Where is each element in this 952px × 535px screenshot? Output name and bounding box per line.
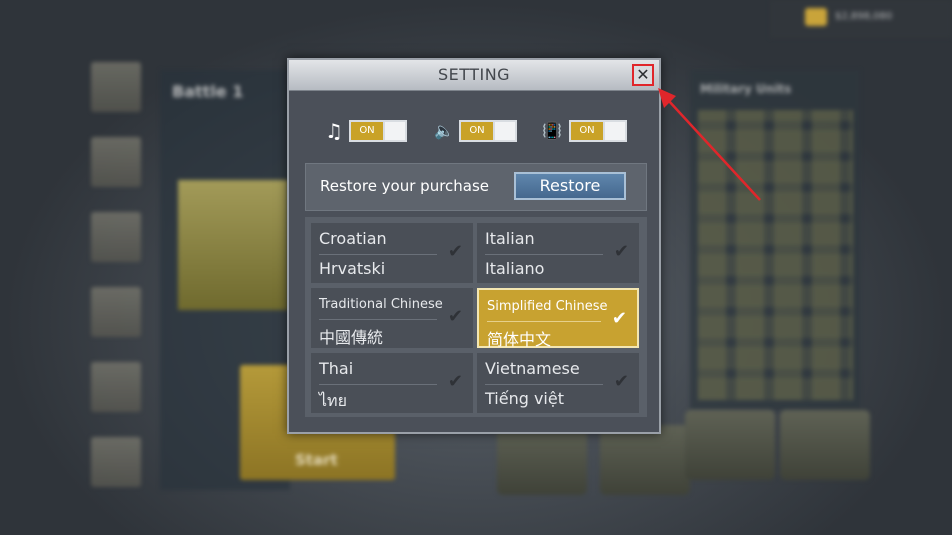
- arrow-shaft: [667, 99, 761, 201]
- annotation-arrow: [658, 88, 761, 201]
